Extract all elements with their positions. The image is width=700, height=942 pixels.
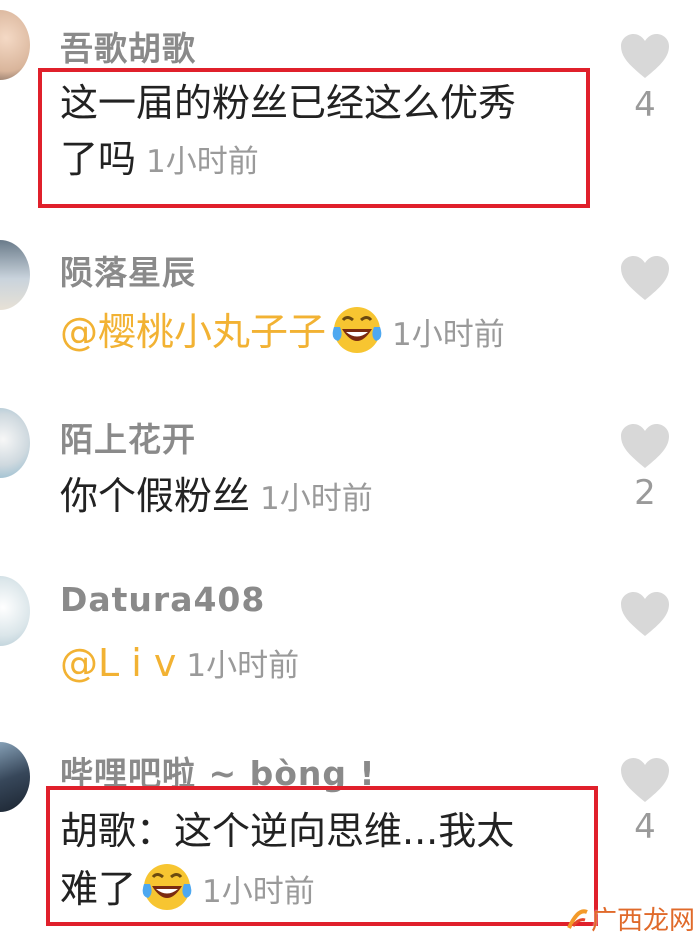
highlight-box: [46, 786, 598, 926]
mention-link[interactable]: @樱桃小丸子子: [60, 310, 326, 354]
comment-username[interactable]: Datura408: [60, 580, 265, 619]
highlight-box: [38, 68, 590, 208]
watermark-text: 广西龙网: [591, 906, 696, 936]
comment-text-line: @L i v 1小时前: [60, 640, 299, 689]
heart-icon[interactable]: [619, 32, 671, 80]
heart-icon[interactable]: [619, 756, 671, 804]
like-count: 2: [634, 473, 656, 513]
avatar[interactable]: [0, 742, 30, 812]
avatar[interactable]: [0, 240, 30, 310]
avatar[interactable]: [0, 10, 30, 80]
like-count: 4: [634, 807, 656, 847]
comment-timestamp: 1小时前: [186, 648, 300, 684]
watermark-logo-icon: [567, 909, 588, 929]
comment-username[interactable]: 吾歌胡歌: [60, 22, 196, 70]
heart-icon[interactable]: [619, 422, 671, 470]
comment-text-line: @樱桃小丸子子 1小时前: [60, 305, 505, 358]
avatar[interactable]: [0, 408, 30, 478]
heart-icon[interactable]: [619, 590, 671, 638]
heart-icon[interactable]: [619, 254, 671, 302]
comment-username[interactable]: 陌上花开: [60, 413, 196, 461]
laughing-crying-emoji: [332, 307, 382, 353]
watermark: 广西龙网: [565, 900, 700, 940]
like-count: 4: [634, 85, 656, 125]
avatar[interactable]: [0, 576, 30, 646]
comment-text-line: 你个假粉丝 1小时前: [60, 473, 373, 522]
comment-timestamp: 1小时前: [260, 481, 373, 517]
comment-username[interactable]: 陨落星辰: [60, 246, 196, 294]
comment-timestamp: 1小时前: [392, 317, 505, 353]
comment-text: 你个假粉丝: [60, 474, 251, 518]
mention-link[interactable]: @L i v: [60, 641, 176, 685]
